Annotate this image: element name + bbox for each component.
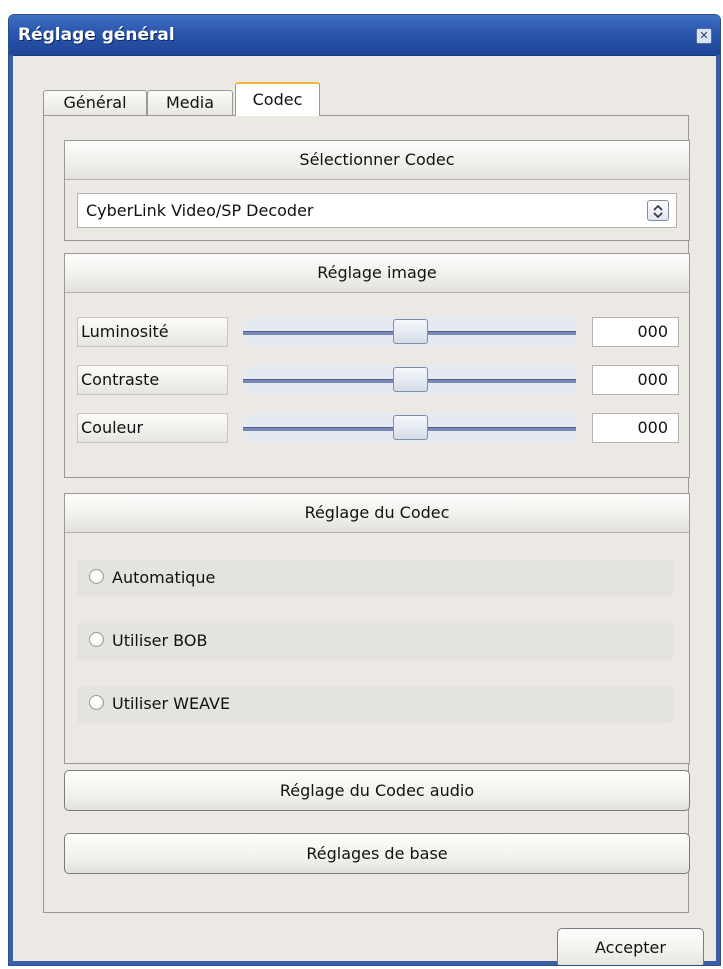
radio-button-icon[interactable] <box>89 695 104 710</box>
tab-general[interactable]: Général <box>43 90 147 115</box>
accept-button[interactable]: Accepter <box>557 928 704 965</box>
radio-use-bob-label: Utiliser BOB <box>112 631 208 650</box>
settings-dialog: Réglage général ✕ Général Media Codec Sé… <box>8 14 721 966</box>
radio-use-bob[interactable]: Utiliser BOB <box>77 623 673 660</box>
codec-tab-panel: Sélectionner Codec CyberLink Video/SP De… <box>43 115 690 913</box>
codec-settings-section: Réglage du Codec Automatique Utiliser BO… <box>64 493 690 764</box>
radio-automatic-label: Automatique <box>112 568 216 587</box>
contrast-label: Contraste <box>77 365 228 395</box>
image-settings-section: Réglage image Luminosité 000 Contraste 0… <box>64 253 690 478</box>
window-title: Réglage général <box>18 25 175 45</box>
brightness-slider-thumb[interactable] <box>392 319 428 344</box>
title-bar[interactable]: Réglage général ✕ <box>9 15 720 56</box>
tab-codec[interactable]: Codec <box>235 82 320 116</box>
radio-automatic[interactable]: Automatique <box>77 560 673 597</box>
window-border-left <box>9 55 13 965</box>
contrast-slider-thumb[interactable] <box>392 367 428 392</box>
contrast-row: Contraste 000 <box>77 365 679 395</box>
radio-use-weave[interactable]: Utiliser WEAVE <box>77 686 673 723</box>
close-button[interactable]: ✕ <box>696 28 712 44</box>
color-slider-thumb[interactable] <box>392 415 428 440</box>
tab-media[interactable]: Media <box>147 90 233 115</box>
brightness-label: Luminosité <box>77 317 228 347</box>
select-codec-header: Sélectionner Codec <box>65 141 689 180</box>
codec-select[interactable]: CyberLink Video/SP Decoder <box>77 193 677 228</box>
brightness-row: Luminosité 000 <box>77 317 679 347</box>
color-row: Couleur 000 <box>77 413 679 443</box>
basic-settings-button[interactable]: Réglages de base <box>64 833 690 874</box>
codec-settings-header: Réglage du Codec <box>65 494 689 533</box>
audio-codec-settings-button[interactable]: Réglage du Codec audio <box>64 770 690 811</box>
codec-select-value: CyberLink Video/SP Decoder <box>86 201 314 220</box>
select-codec-section: Sélectionner Codec CyberLink Video/SP De… <box>64 140 690 241</box>
color-value-field[interactable]: 000 <box>592 413 679 443</box>
window-border-right <box>716 55 720 965</box>
image-settings-header: Réglage image <box>65 254 689 293</box>
brightness-value-field[interactable]: 000 <box>592 317 679 347</box>
color-label: Couleur <box>77 413 228 443</box>
radio-button-icon[interactable] <box>89 632 104 647</box>
contrast-value-field[interactable]: 000 <box>592 365 679 395</box>
radio-button-icon[interactable] <box>89 569 104 584</box>
radio-use-weave-label: Utiliser WEAVE <box>112 694 231 713</box>
spinner-arrows-icon[interactable] <box>647 200 669 221</box>
